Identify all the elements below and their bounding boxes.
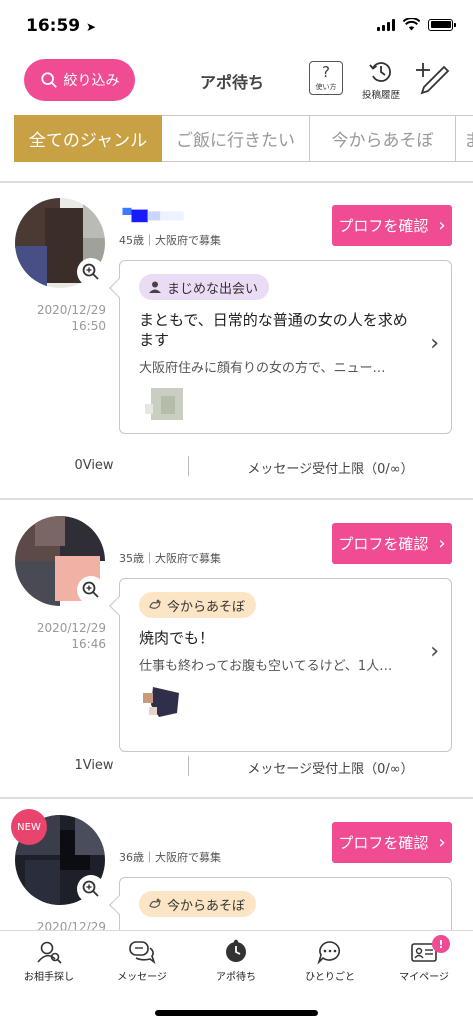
post-card[interactable]: まじめな出会い まともで、日常的な普通の女の人を求めます 大阪府住みに顔有りの女…	[109, 260, 452, 434]
post-body: 仕事も終わってお腹も空いてるけど、1人…	[139, 659, 393, 674]
username-blurred	[122, 207, 184, 223]
post-body: 大阪府住みに顔有りの女の方で、ニュー…	[139, 361, 386, 376]
genre-tag: まじめな出会い	[139, 274, 270, 300]
age-location: 36歳｜大阪府で募集	[119, 851, 221, 864]
history-label: 投稿履歴	[361, 90, 400, 101]
genre-label: 今からあそぼ	[167, 599, 246, 615]
message-limit: メッセージ受付上限（0/∞）	[247, 762, 414, 777]
chevron-right-icon: ›	[438, 832, 446, 853]
filter-label: 絞り込み	[63, 73, 120, 89]
status-icons	[377, 18, 456, 31]
genre-tag: 今からあそぼ	[139, 592, 257, 618]
post-card[interactable]: 今からあそぼ 焼肉でも！ 仕事も終わってお腹も空いてるけど、1人… ›	[109, 578, 452, 752]
wifi-icon	[403, 18, 420, 31]
home-indicator	[155, 1010, 318, 1016]
post-date-day: 2020/12/29	[36, 303, 106, 317]
walking-icon	[149, 898, 161, 908]
genre-label: まじめな出会い	[167, 281, 259, 297]
speech-bubble-icon	[317, 941, 341, 965]
message-limit: メッセージ受付上限（0/∞）	[247, 462, 414, 477]
nav-partner-search[interactable]: お相手探し	[4, 939, 94, 983]
post-title: まともで、日常的な普通の女の人を求めます	[139, 311, 408, 349]
view-profile-button[interactable]: プロフを確認 ›	[332, 822, 452, 863]
zoom-icon[interactable]	[77, 258, 105, 286]
age-location: 45歳｜大阪府で募集	[119, 234, 221, 247]
post-history-button[interactable]: 投稿履歴	[354, 59, 408, 101]
post-date-time: 16:50	[71, 319, 106, 333]
search-icon	[40, 72, 57, 88]
clock-person-icon	[226, 939, 246, 962]
search-person-icon	[37, 941, 62, 964]
post-thumbnail	[143, 687, 179, 717]
view-count: 1View	[74, 758, 114, 773]
walking-icon	[149, 599, 161, 609]
chevron-right-icon: ›	[438, 215, 446, 236]
nav-label: マイページ	[399, 972, 449, 983]
nav-label: メッセージ	[117, 972, 167, 983]
view-profile-label: プロフを確認	[338, 535, 429, 553]
view-profile-label: プロフを確認	[338, 217, 429, 235]
new-badge: NEW	[11, 809, 47, 845]
post-date: 2020/12/29 16:46	[24, 620, 106, 652]
post-divider	[0, 797, 473, 799]
post-divider	[0, 498, 473, 500]
header-divider	[0, 181, 473, 183]
chevron-right-icon: ›	[430, 639, 439, 664]
genre-label: 今からあそぼ	[167, 898, 246, 914]
tab-more[interactable]: ま	[456, 115, 473, 162]
chevron-right-icon: ›	[430, 331, 439, 356]
nav-label: アポ待ち	[216, 972, 256, 983]
compose-button[interactable]	[414, 61, 450, 97]
nav-messages[interactable]: メッセージ	[97, 939, 187, 983]
zoom-icon[interactable]	[77, 576, 105, 604]
tab-all-genres[interactable]: 全てのジャンル	[14, 115, 162, 162]
post-title: 焼肉でも！	[139, 629, 215, 647]
help-button[interactable]: ? 使い方	[309, 61, 343, 95]
zoom-icon[interactable]	[77, 875, 105, 903]
help-label: 使い方	[315, 82, 337, 91]
status-bar: 16:59 ➤	[0, 0, 473, 50]
battery-icon	[428, 18, 456, 31]
question-icon: ?	[322, 62, 330, 81]
view-profile-label: プロフを確認	[338, 834, 429, 852]
nav-appointments[interactable]: アポ待ち	[191, 939, 281, 983]
notification-badge: !	[432, 935, 450, 953]
tab-dinner[interactable]: ご飯に行きたい	[162, 115, 310, 162]
nav-label: ひとりごと	[305, 972, 355, 983]
nav-my-page[interactable]: マイページ !	[379, 935, 469, 983]
page-title: アポ待ち	[200, 73, 265, 92]
view-count: 0View	[74, 458, 114, 473]
genre-tabs: 全てのジャンル ご飯に行きたい 今からあそぼ ま	[14, 115, 473, 163]
person-icon	[149, 281, 161, 293]
history-icon	[369, 62, 391, 82]
chat-bubbles-icon	[129, 941, 156, 965]
post-date-day: 2020/12/29	[36, 621, 106, 635]
genre-tag: 今からあそぼ	[139, 891, 257, 917]
filter-button[interactable]: 絞り込み	[24, 59, 135, 101]
post-thumbnail	[145, 388, 183, 420]
status-time: 16:59 ➤	[26, 16, 97, 36]
cellular-signal-icon	[377, 18, 395, 31]
chevron-right-icon: ›	[438, 533, 446, 554]
nav-monologue[interactable]: ひとりごと	[285, 939, 375, 983]
app-header: 絞り込み アポ待ち ? 使い方 投稿履歴	[0, 55, 473, 107]
tab-play-now[interactable]: 今からあそぼ	[310, 115, 456, 162]
age-location: 35歳｜大阪府で募集	[119, 552, 221, 565]
post-date-time: 16:46	[71, 637, 106, 651]
view-profile-button[interactable]: プロフを確認 ›	[332, 523, 452, 564]
nav-label: お相手探し	[24, 972, 74, 983]
view-profile-button[interactable]: プロフを確認 ›	[332, 205, 452, 246]
post-date: 2020/12/29 16:50	[24, 302, 106, 334]
